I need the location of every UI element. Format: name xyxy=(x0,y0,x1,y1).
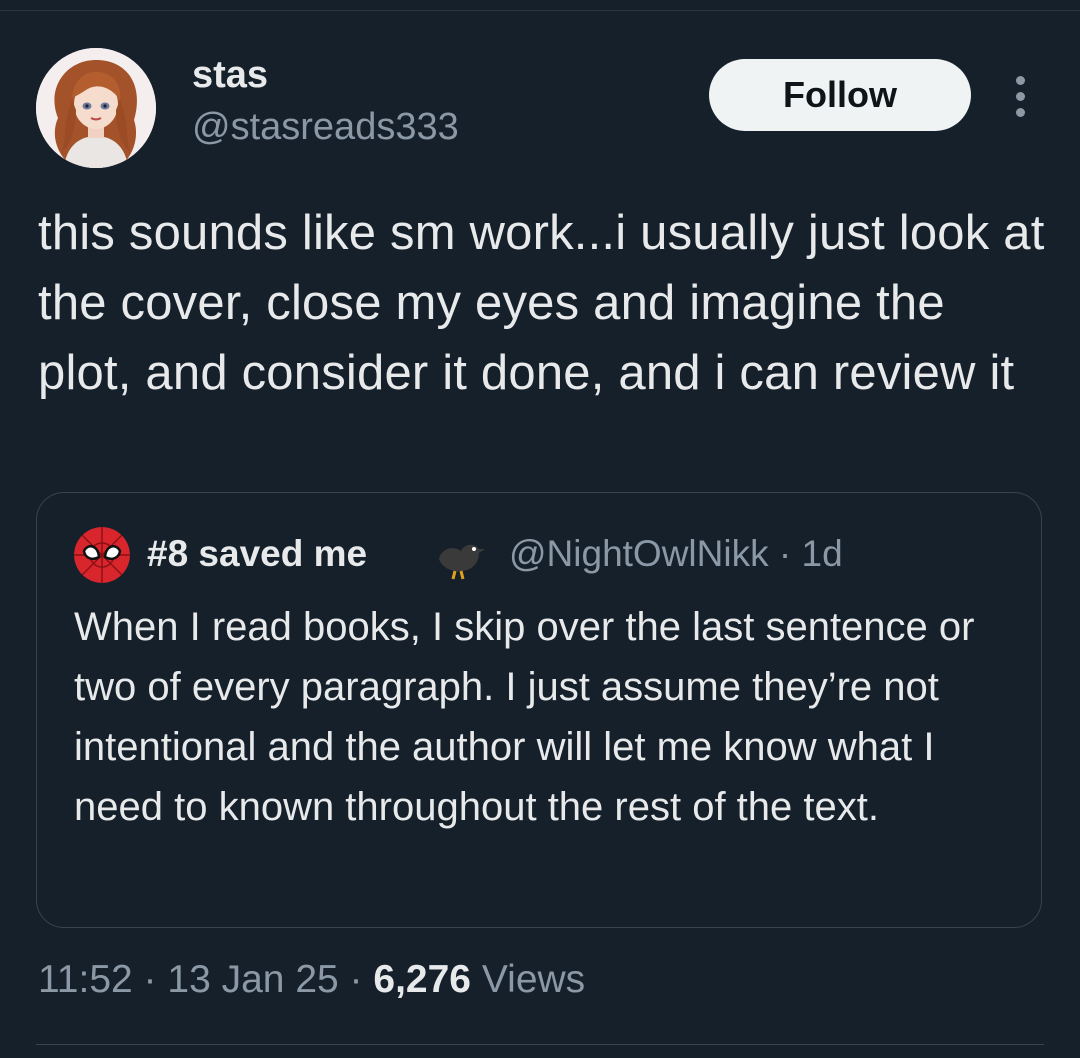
quoted-handle-line: @NightOwlNikk · 1d xyxy=(509,533,843,575)
bird-emoji-icon xyxy=(435,537,487,581)
tweet-time[interactable]: 11:52 xyxy=(38,958,133,1001)
tweet-meta: 11:52 · 13 Jan 25 · 6,276 Views xyxy=(38,958,585,1002)
follow-button[interactable]: Follow xyxy=(709,59,971,131)
spider-mask-icon xyxy=(74,527,130,583)
views-label[interactable]: Views xyxy=(482,958,585,1001)
avatar-illustration xyxy=(36,48,156,168)
bottom-divider xyxy=(36,1044,1044,1045)
author-avatar[interactable] xyxy=(36,48,156,168)
separator: · xyxy=(778,533,792,574)
quoted-tweet-card[interactable]: #8 saved me @NightOwlNikk · 1d When I re… xyxy=(36,492,1042,928)
author-name[interactable]: stas xyxy=(192,54,268,97)
separator: · xyxy=(349,958,363,1001)
separator: · xyxy=(143,958,157,1001)
tweet-date[interactable]: 13 Jan 25 xyxy=(167,958,338,1001)
quoted-author-handle: @NightOwlNikk xyxy=(509,533,769,574)
quoted-tweet-text: When I read books, I skip over the last … xyxy=(74,605,975,829)
author-handle[interactable]: @stasreads333 xyxy=(192,106,459,149)
tweet-text: this sounds like sm work...i usually jus… xyxy=(38,206,1045,400)
views-count[interactable]: 6,276 xyxy=(373,958,471,1001)
quoted-author-name: #8 saved me xyxy=(147,533,368,574)
more-vertical-icon[interactable] xyxy=(1004,72,1036,120)
quoted-age: 1d xyxy=(801,533,843,574)
top-divider xyxy=(0,10,1080,11)
